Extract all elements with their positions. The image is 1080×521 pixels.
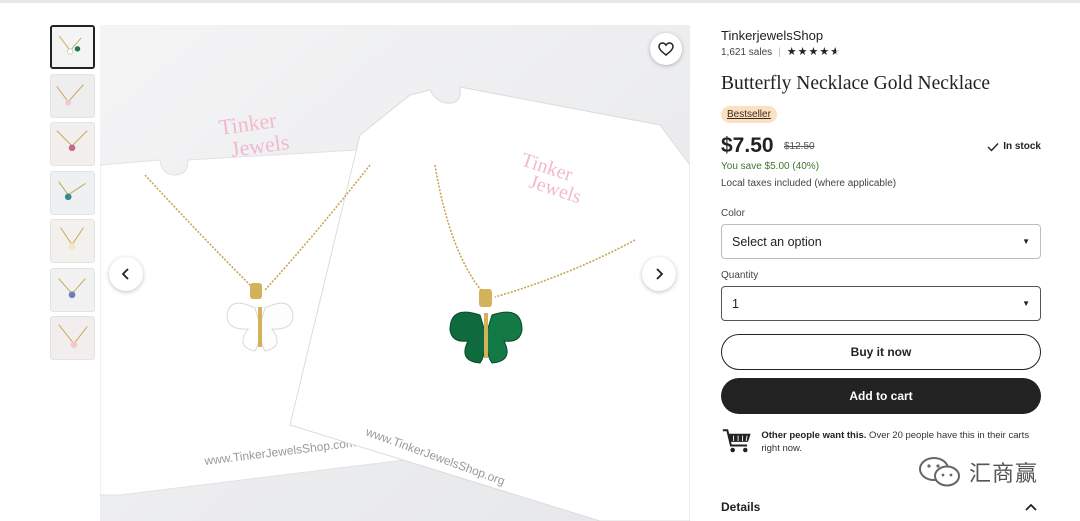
main-product-image: Tinker Jewels www.TinkerJewelsShop.com T… — [100, 25, 690, 521]
previous-image-button[interactable] — [109, 257, 143, 291]
color-label: Color — [721, 208, 745, 219]
thumbnail-1[interactable] — [50, 25, 95, 69]
quantity-label: Quantity — [721, 270, 759, 281]
thumbnail-strip — [50, 25, 96, 365]
thumbnail-3[interactable] — [50, 122, 95, 166]
thumbnail-4[interactable] — [50, 170, 95, 215]
demand-notice: Other people want this. Over 20 people h… — [721, 425, 1041, 457]
savings-text: You save $5.00 (40%) — [721, 161, 820, 172]
quantity-select-value: 1 — [732, 296, 739, 311]
half-star-icon: ★ ★ — [830, 46, 841, 58]
star-icon: ★ — [808, 46, 819, 58]
thumbnail-5[interactable] — [50, 219, 95, 263]
rating-stars[interactable]: ★ ★ ★ ★ ★ ★ — [787, 47, 840, 58]
top-divider — [0, 0, 1080, 3]
sales-rating-row: 1,621 sales | ★ ★ ★ ★ ★ ★ — [721, 47, 840, 59]
checkmark-icon — [987, 142, 999, 152]
stock-label: In stock — [1003, 141, 1041, 152]
original-price: $12.50 — [784, 141, 815, 152]
heart-icon — [658, 42, 674, 56]
caret-down-icon: ▼ — [1022, 299, 1030, 308]
add-to-cart-button[interactable]: Add to cart — [721, 378, 1041, 414]
favorite-button[interactable] — [650, 33, 682, 65]
chevron-up-icon — [1025, 503, 1037, 511]
taxes-note: Local taxes included (where applicable) — [721, 178, 897, 189]
thumbnail-6[interactable] — [50, 267, 95, 312]
watermark-text: 汇商赢 — [969, 461, 1039, 486]
color-select-value: Select an option — [732, 234, 822, 249]
buy-now-button[interactable]: Buy it now — [721, 334, 1041, 370]
details-accordion[interactable]: Details — [721, 500, 1041, 514]
shop-name-link[interactable]: TinkerjewelsShop — [721, 28, 823, 43]
next-image-button[interactable] — [642, 257, 676, 291]
star-icon: ★ — [797, 46, 808, 58]
listing-title: Butterfly Necklace Gold Necklace — [721, 73, 991, 94]
current-price: $7.50 — [721, 134, 774, 157]
stock-status: In stock — [987, 141, 1041, 152]
thumbnail-7[interactable] — [50, 316, 95, 360]
sales-separator: | — [778, 47, 781, 58]
thumbnail-2[interactable] — [50, 73, 95, 118]
star-icon: ★ — [786, 46, 797, 58]
quantity-select[interactable]: 1 ▼ — [721, 286, 1041, 321]
color-select[interactable]: Select an option ▼ — [721, 224, 1041, 259]
chevron-left-icon — [121, 268, 129, 280]
wechat-logo-icon — [919, 457, 960, 487]
shopping-cart-icon — [722, 429, 751, 453]
star-icon: ★ — [819, 46, 830, 58]
details-label: Details — [721, 500, 761, 514]
product-photo: Tinker Jewels www.TinkerJewelsShop.com T… — [100, 25, 690, 521]
caret-down-icon: ▼ — [1022, 237, 1030, 246]
demand-bold: Other people want this. — [761, 430, 867, 441]
chevron-right-icon — [656, 268, 664, 280]
demand-text: Other people want this. Over 20 people h… — [761, 425, 1041, 456]
wechat-watermark: 汇商赢 — [917, 455, 1038, 489]
sales-count: 1,621 sales — [721, 47, 773, 58]
bestseller-badge[interactable]: Bestseller — [721, 106, 777, 123]
